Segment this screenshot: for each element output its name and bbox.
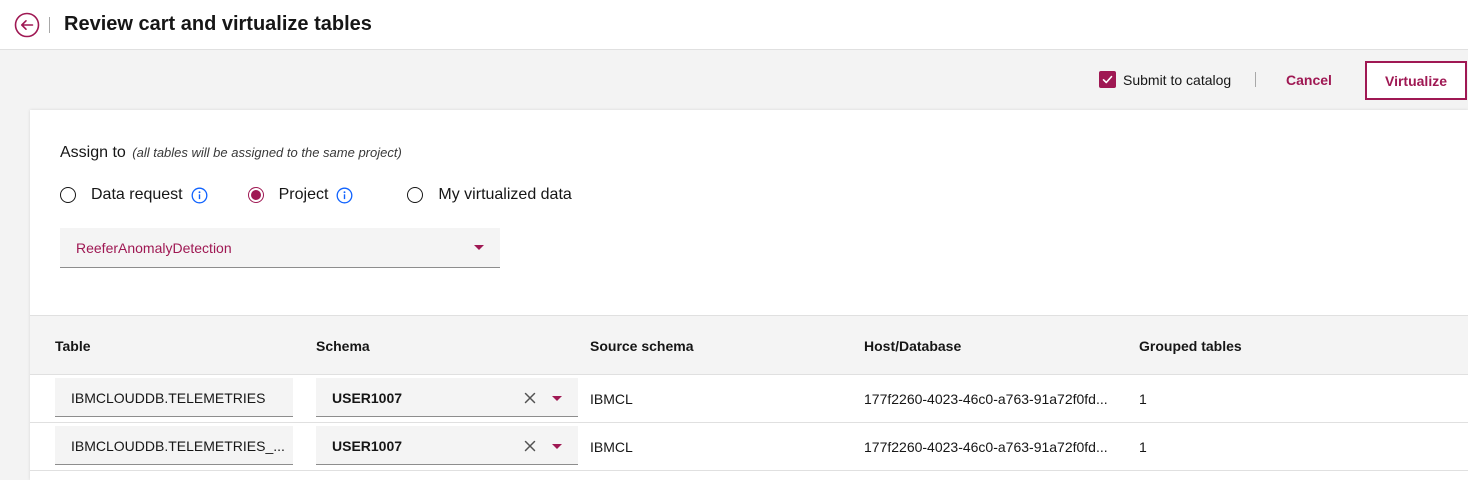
host-database-cell: 177f2260-4023-46c0-a763-91a72f0fd... — [864, 439, 1108, 455]
project-dropdown[interactable]: ReeferAnomalyDetection — [60, 228, 500, 268]
back-button[interactable] — [14, 12, 40, 38]
radio-label: Data request — [91, 186, 183, 203]
grouped-tables-cell: 1 — [1139, 439, 1147, 455]
info-icon[interactable] — [336, 187, 353, 204]
table-name-value: IBMCLOUDDB.TELEMETRIES — [71, 390, 266, 406]
radio-my-virtualized-data[interactable]: My virtualized data — [407, 186, 572, 204]
radio-button[interactable] — [407, 187, 424, 203]
caret-down-icon[interactable] — [552, 444, 562, 449]
close-icon[interactable] — [523, 391, 537, 405]
column-header-host-database: Host/Database — [864, 338, 962, 354]
caret-down-icon[interactable] — [552, 396, 562, 401]
grouped-tables-cell: 1 — [1139, 391, 1147, 407]
table-row: IBMCLOUDDB.TELEMETRIES_... USER1007 IBMC… — [30, 423, 1468, 471]
table-row: IBMCLOUDDB.TELEMETRIES USER1007 IBMCL 17… — [30, 375, 1468, 423]
page-title: Review cart and virtualize tables — [64, 13, 372, 35]
column-header-source-schema: Source schema — [590, 338, 694, 354]
column-header-table: Table — [55, 338, 91, 354]
radio-data-request[interactable]: Data request — [60, 186, 208, 204]
action-toolbar: Submit to catalog Cancel Virtualize — [0, 50, 1468, 110]
radio-project[interactable]: Project — [247, 186, 354, 204]
project-dropdown-value: ReeferAnomalyDetection — [76, 240, 232, 256]
cart-panel: Assign to (all tables will be assigned t… — [30, 110, 1468, 480]
source-schema-cell: IBMCL — [590, 439, 633, 455]
source-schema-cell: IBMCL — [590, 391, 633, 407]
schema-value: USER1007 — [332, 438, 403, 454]
column-header-schema: Schema — [316, 338, 370, 354]
radio-button[interactable] — [60, 187, 76, 203]
radio-label: My virtualized data — [438, 186, 572, 203]
radio-button-checked[interactable] — [247, 187, 264, 203]
arrow-left-circle-icon — [14, 12, 40, 38]
close-icon[interactable] — [523, 439, 537, 453]
header-divider — [49, 17, 50, 33]
table-name-input[interactable]: IBMCLOUDDB.TELEMETRIES — [55, 378, 293, 417]
toolbar-divider — [1255, 72, 1256, 87]
checkbox-checked[interactable] — [1099, 71, 1116, 88]
host-database-cell: 177f2260-4023-46c0-a763-91a72f0fd... — [864, 391, 1108, 407]
table-name-value: IBMCLOUDDB.TELEMETRIES_... — [71, 438, 285, 454]
table-header: Table Schema Source schema Host/Database… — [30, 315, 1468, 375]
assign-to-heading: Assign to (all tables will be assigned t… — [60, 144, 402, 162]
page-header: Review cart and virtualize tables — [0, 0, 1468, 50]
assign-to-note: (all tables will be assigned to the same… — [132, 145, 402, 160]
column-header-grouped-tables: Grouped tables — [1139, 338, 1242, 354]
table-name-input[interactable]: IBMCLOUDDB.TELEMETRIES_... — [55, 426, 293, 465]
cancel-button[interactable]: Cancel — [1286, 72, 1332, 88]
submit-to-catalog-checkbox[interactable]: Submit to catalog — [1099, 71, 1231, 88]
assign-to-label: Assign to — [60, 144, 126, 161]
radio-label: Project — [278, 186, 329, 203]
cart-table: Table Schema Source schema Host/Database… — [30, 315, 1468, 471]
info-icon[interactable] — [191, 187, 208, 204]
schema-combobox[interactable]: USER1007 — [316, 378, 578, 417]
caret-down-icon — [474, 245, 484, 250]
virtualize-button[interactable]: Virtualize — [1365, 61, 1467, 100]
assign-radio-group: Data request Project My virtualized data — [60, 186, 572, 204]
checkmark-icon — [1102, 75, 1113, 84]
schema-combobox[interactable]: USER1007 — [316, 426, 578, 465]
submit-to-catalog-label: Submit to catalog — [1123, 71, 1232, 88]
schema-value: USER1007 — [332, 390, 403, 406]
